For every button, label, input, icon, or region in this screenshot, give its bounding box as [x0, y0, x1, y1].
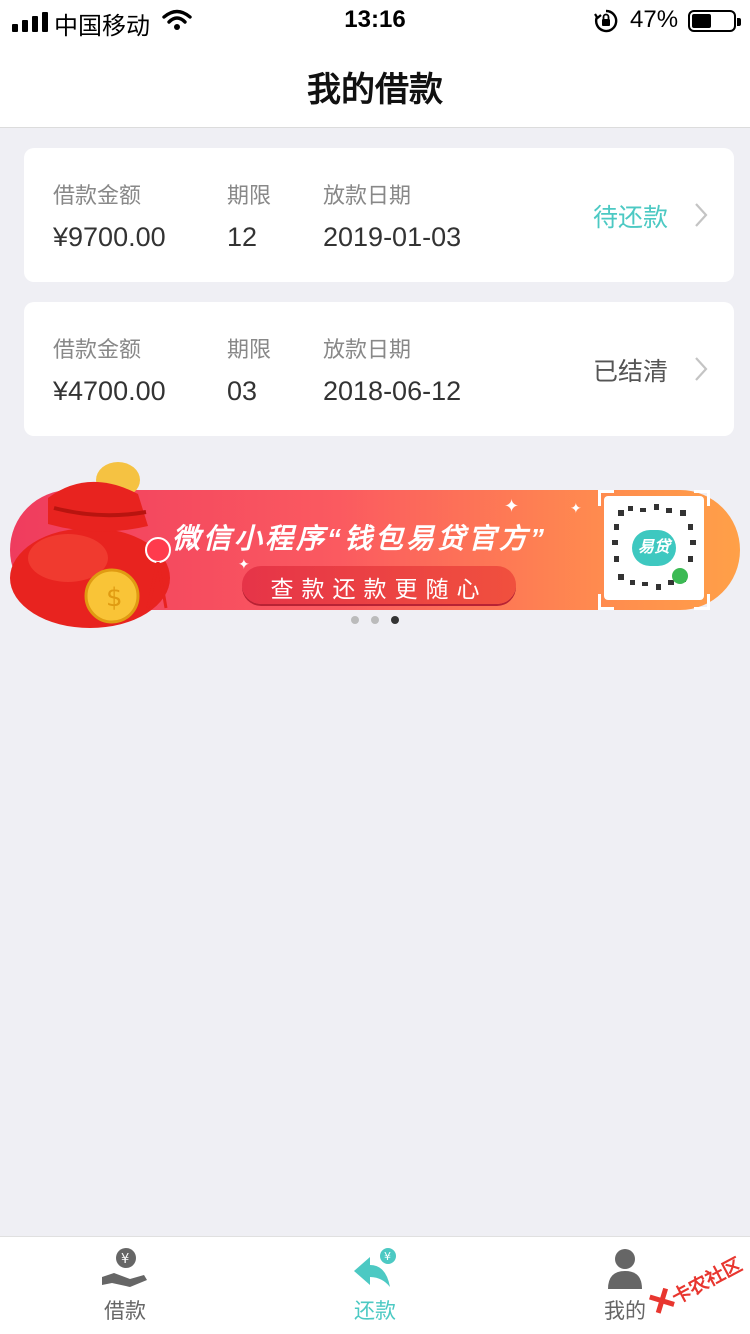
- money-bag-icon: $: [8, 458, 178, 639]
- qr-frame-corner: [598, 594, 614, 610]
- term-label: 期限: [227, 183, 272, 208]
- status-badge: 待还款: [592, 204, 668, 232]
- hand-yuan-icon: ¥: [100, 1247, 150, 1291]
- mini-program-qr-code: 易贷: [604, 496, 704, 600]
- tab-bar: ¥ 借款 ¥ 还款 我的: [0, 1236, 750, 1334]
- battery-icon: [688, 10, 741, 32]
- loan-card[interactable]: 借款金额 ¥4700.00 期限 03 放款日期 2018-06-12 已结清: [24, 302, 734, 436]
- date-label: 放款日期: [323, 183, 412, 208]
- tab-label: 还款: [354, 1300, 396, 1323]
- date-label: 放款日期: [323, 337, 412, 362]
- term-value: 03: [227, 376, 258, 406]
- qr-frame-corner: [694, 594, 710, 610]
- amount-value: ¥9700.00: [53, 222, 166, 252]
- svg-text:¥: ¥: [384, 1250, 391, 1263]
- banner-title: 微信小程序“钱包易贷官方”: [172, 523, 548, 554]
- amount-value: ¥4700.00: [53, 376, 166, 406]
- promo-banner[interactable]: ✦ ✦ ✦ $ 微信小程序“钱包易贷官方” 查款还款更随心 易贷: [0, 456, 750, 632]
- return-arrow-yuan-icon: ¥: [350, 1247, 400, 1291]
- page-title: 我的借款: [307, 71, 443, 109]
- orientation-lock-icon: [594, 9, 618, 38]
- page-dot[interactable]: [371, 616, 379, 624]
- term-label: 期限: [227, 337, 272, 362]
- tab-repay[interactable]: ¥ 还款: [250, 1237, 500, 1334]
- page-dot[interactable]: [351, 616, 359, 624]
- qr-frame-corner: [694, 490, 710, 506]
- banner-page-indicator[interactable]: [351, 616, 399, 624]
- loan-card[interactable]: 借款金额 ¥9700.00 期限 12 放款日期 2019-01-03 待还款: [24, 148, 734, 282]
- qr-frame-corner: [598, 490, 614, 506]
- banner-subtitle-pill: 查款还款更随心: [242, 566, 516, 604]
- date-value: 2018-06-12: [323, 376, 462, 406]
- amount-label: 借款金额: [53, 183, 142, 208]
- sparkle-icon: ✦: [570, 500, 582, 516]
- svg-text:¥: ¥: [121, 1252, 129, 1267]
- tab-label: 借款: [104, 1300, 146, 1323]
- sparkle-icon: ✦: [504, 496, 520, 516]
- svg-text:$: $: [106, 583, 123, 613]
- status-bar: 中国移动 13:16 47%: [0, 0, 750, 40]
- date-value: 2019-01-03: [323, 222, 462, 252]
- chevron-right-icon: [694, 202, 708, 233]
- chevron-right-icon: [694, 356, 708, 387]
- term-value: 12: [227, 222, 258, 252]
- navigation-bar: 我的借款: [0, 40, 750, 128]
- battery-percent: 47%: [630, 6, 679, 33]
- qr-badge: 易贷: [632, 530, 676, 566]
- amount-label: 借款金额: [53, 337, 142, 362]
- status-badge: 已结清: [592, 358, 668, 386]
- tab-borrow[interactable]: ¥ 借款: [0, 1237, 250, 1334]
- page-dot[interactable]: [391, 616, 399, 624]
- banner-subtitle: 查款还款更随心: [270, 576, 488, 602]
